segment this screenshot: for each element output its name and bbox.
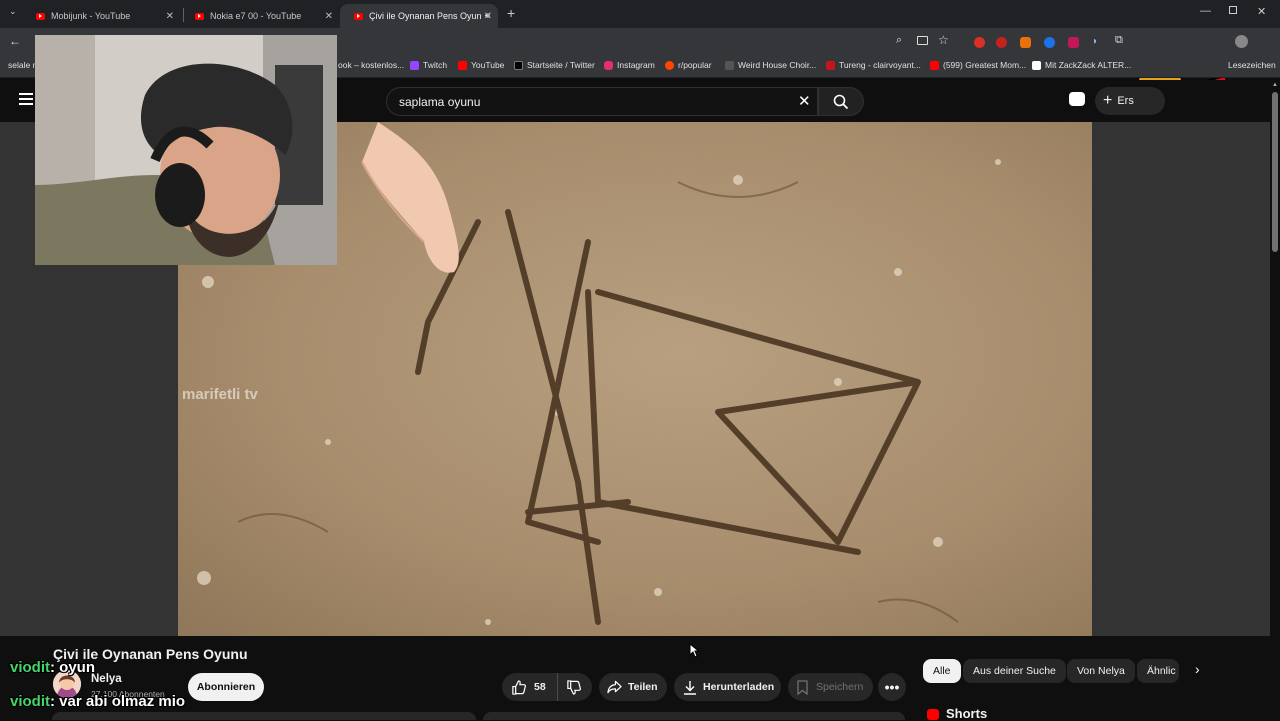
close-tab-icon[interactable]: ✕ (166, 11, 174, 22)
bookmark-youtube-video[interactable]: (599) Greatest Mom... (930, 60, 1026, 70)
chip-related[interactable]: Ähnlic (1137, 659, 1179, 683)
download-button[interactable]: Herunterladen (674, 673, 781, 701)
chip-from-search[interactable]: Aus deiner Suche (963, 659, 1066, 683)
browser-tab-2[interactable]: Nokia e7 00 - YouTube ✕ (181, 4, 339, 28)
create-button[interactable]: + Ers (1095, 87, 1165, 115)
youtube-icon (458, 60, 467, 70)
youtube-favicon-icon (36, 12, 45, 20)
share-button[interactable]: Teilen (599, 673, 667, 701)
cast-icon[interactable] (917, 36, 928, 45)
close-window-icon[interactable]: ✕ (1257, 5, 1266, 18)
scroll-up-arrow-icon[interactable]: ▲ (1272, 82, 1278, 88)
choir-icon (725, 60, 734, 70)
webcam-overlay (35, 35, 337, 265)
share-arrow-icon (607, 680, 622, 694)
bookmark-reddit[interactable]: r/popular (665, 60, 712, 70)
x-twitter-icon (514, 60, 523, 70)
bookmark-twitter[interactable]: Startseite / Twitter (514, 60, 595, 70)
search-button[interactable] (818, 87, 864, 116)
shorts-heading: Shorts (946, 706, 988, 721)
search-box[interactable]: saplama oyunu ✕ (386, 87, 818, 116)
reddit-icon (665, 60, 674, 70)
search-input[interactable]: saplama oyunu (399, 95, 480, 109)
clear-search-icon[interactable]: ✕ (798, 92, 811, 110)
extension-icon-6[interactable]: ◗ (1092, 36, 1098, 47)
new-tab-button[interactable]: + (507, 5, 515, 21)
close-tab-icon[interactable]: ✕ (484, 11, 492, 22)
gamepad-icon[interactable] (1069, 92, 1085, 106)
chat-message: viodit: oyun (10, 659, 95, 676)
chat-message: viodit: var abi olmaz mio (10, 693, 185, 710)
streamer-webcam-image (35, 35, 337, 265)
thumbs-up-icon (512, 679, 526, 695)
plus-icon: + (1103, 92, 1113, 109)
bookmark-tureng[interactable]: Tureng - clairvoyant... (826, 60, 921, 70)
video-watermark: marifetli tv (182, 386, 258, 403)
minimize-window-icon[interactable]: — (1200, 5, 1211, 17)
browser-tab-1[interactable]: Mobijunk - YouTube ✕ (22, 4, 180, 28)
chat-username: viodit (10, 693, 50, 710)
tab-title: Çivi ile Oynanan Pens Oyun (369, 11, 481, 21)
description-box-edge (52, 712, 476, 720)
like-count: 58 (534, 681, 546, 693)
channel-name[interactable]: Nelya (91, 673, 122, 685)
bookmark-save-icon (797, 679, 808, 695)
chip-from-channel[interactable]: Von Nelya (1067, 659, 1135, 683)
profile-avatar[interactable] (1235, 35, 1248, 48)
more-actions-button[interactable]: ••• (878, 673, 906, 701)
mouse-cursor-icon (689, 643, 699, 658)
chips-next-chevron-icon[interactable]: › (1195, 661, 1200, 677)
back-arrow-icon[interactable]: ← (9, 34, 21, 48)
bookmark-star-icon[interactable]: ☆ (938, 33, 949, 47)
chat-text: : var abi olmaz mio (50, 693, 186, 710)
zackzack-icon (1032, 60, 1041, 70)
tab-title: Mobijunk - YouTube (51, 11, 131, 21)
chat-text: : oyun (50, 659, 95, 676)
bookmark-twitch[interactable]: Twitch (410, 60, 447, 70)
tab-list-chevron-icon[interactable]: ⌄ (9, 6, 17, 17)
extension-icon-1[interactable] (974, 37, 985, 48)
youtube-favicon-icon (354, 12, 363, 20)
search-icon (833, 94, 849, 110)
comments-box-edge (483, 712, 905, 720)
browser-tab-strip: ⌄ Mobijunk - YouTube ✕ Nokia e7 00 - You… (0, 0, 1280, 28)
extension-icon-3[interactable] (1020, 37, 1031, 48)
extension-icon-4[interactable] (1044, 37, 1055, 48)
browser-tab-active[interactable]: Çivi ile Oynanan Pens Oyun 🔊︎ ✕ (340, 4, 498, 28)
chat-username: viodit (10, 659, 50, 676)
hamburger-menu-icon[interactable] (19, 93, 33, 105)
like-button[interactable]: 58 (502, 673, 558, 701)
page-scrollbar-thumb[interactable] (1272, 92, 1278, 252)
bookmark-item[interactable]: ook – kostenlos... (338, 60, 404, 70)
tab-title: Nokia e7 00 - YouTube (210, 11, 302, 21)
zoom-icon[interactable]: ⌕ (896, 34, 902, 47)
more-horizontal-icon: ••• (884, 679, 900, 695)
tureng-icon (826, 60, 835, 70)
extension-icon-2[interactable] (996, 37, 1007, 48)
extensions-puzzle-icon[interactable]: ⧉ (1115, 34, 1123, 47)
youtube-icon (930, 60, 939, 70)
save-button[interactable]: Speichern (788, 673, 873, 701)
subscribe-button[interactable]: Abonnieren (188, 673, 264, 701)
bookmark-zackzack[interactable]: Mit ZackZack ALTER... (1032, 60, 1131, 70)
thumbs-down-icon (567, 679, 581, 695)
youtube-favicon-icon (195, 12, 204, 20)
close-tab-icon[interactable]: ✕ (325, 11, 333, 22)
shorts-logo-icon (927, 709, 939, 720)
download-icon (684, 680, 696, 695)
like-dislike-group: 58 (502, 673, 592, 701)
twitch-icon (410, 60, 419, 70)
restore-window-icon[interactable] (1229, 6, 1237, 14)
bookmark-youtube[interactable]: YouTube (458, 60, 504, 70)
bookmark-folder[interactable]: Lesezeichen (1228, 60, 1276, 70)
instagram-icon (604, 60, 613, 70)
bookmark-instagram[interactable]: Instagram (604, 60, 655, 70)
dislike-button[interactable] (558, 679, 581, 695)
bookmark-weird-house-choir[interactable]: Weird House Choir... (725, 60, 816, 70)
extension-icon-5[interactable] (1068, 37, 1079, 48)
chip-all[interactable]: Alle (923, 659, 961, 683)
